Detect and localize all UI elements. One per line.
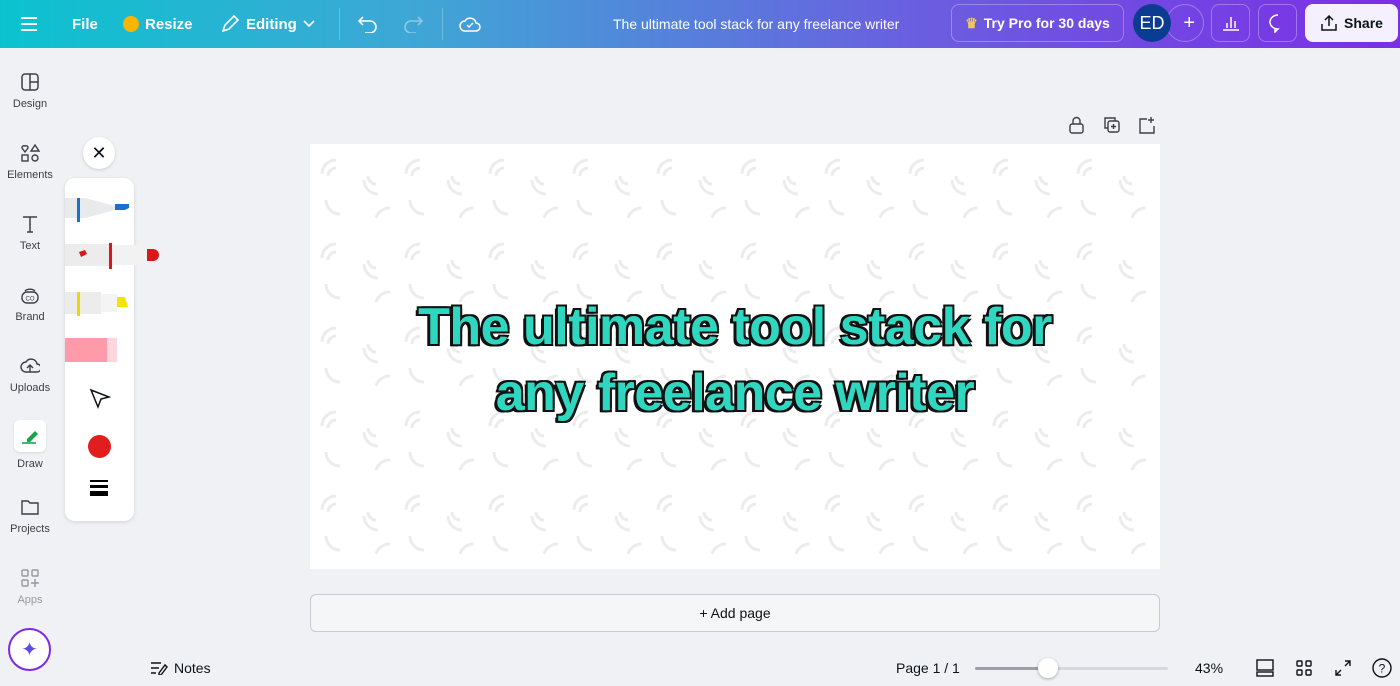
grid-view-button[interactable] — [1296, 650, 1312, 686]
cloud-upload-icon — [20, 358, 40, 373]
page-actions — [1068, 116, 1155, 134]
resize-button[interactable]: Resize — [123, 0, 193, 48]
shapes-icon — [21, 143, 40, 162]
help-icon: ? — [1372, 658, 1392, 678]
cloud-saved-button[interactable] — [459, 0, 481, 48]
fullscreen-button[interactable] — [1335, 650, 1351, 686]
filmstrip-view-icon — [1256, 659, 1274, 677]
eraser-tool[interactable] — [65, 336, 135, 364]
design-canvas[interactable]: The ultimate tool stack for any freelance… — [310, 144, 1160, 569]
bar-chart-icon — [1222, 17, 1239, 31]
add-page-button[interactable]: + Add page — [310, 594, 1160, 632]
sidebar-item-uploads[interactable]: Uploads — [0, 356, 60, 394]
zoom-slider-fill — [975, 667, 1049, 670]
close-icon: ✕ — [91, 142, 107, 163]
grid-view-icon — [1296, 660, 1312, 676]
stroke-weight-icon[interactable] — [90, 480, 108, 496]
comment-icon — [1268, 14, 1280, 33]
svg-text:?: ? — [1379, 662, 1386, 676]
undo-button[interactable] — [358, 0, 378, 48]
share-label: Share — [1344, 15, 1383, 31]
sidebar-item-text[interactable]: Text — [0, 214, 60, 252]
zoom-level[interactable]: 43% — [1195, 650, 1223, 686]
page-indicator[interactable]: Page 1 / 1 — [896, 650, 960, 686]
bottom-bar: Notes Page 1 / 1 43% ? — [0, 650, 1400, 686]
sidebar-item-projects[interactable]: Projects — [0, 497, 60, 535]
top-bar: File Resize Editing The ultimate tool st… — [0, 0, 1400, 48]
apps-icon — [21, 569, 39, 587]
avatar[interactable]: ED — [1133, 4, 1171, 42]
text-icon — [23, 216, 37, 233]
draw-icon — [22, 431, 38, 444]
folder-icon — [21, 500, 39, 515]
pencil-icon — [221, 14, 240, 33]
sidebar-item-elements[interactable]: Elements — [0, 143, 60, 181]
menu-button[interactable] — [20, 0, 38, 48]
canvas-heading[interactable]: The ultimate tool stack for any freelance… — [310, 294, 1160, 426]
select-arrow-icon[interactable] — [89, 388, 111, 410]
file-menu[interactable]: File — [72, 0, 98, 48]
close-draw-panel-button[interactable]: ✕ — [83, 137, 115, 169]
duplicate-page-icon[interactable] — [1103, 116, 1120, 134]
page-view-button[interactable] — [1256, 650, 1274, 686]
brand-icon: CO — [21, 288, 39, 304]
hamburger-icon — [21, 17, 37, 31]
sidebar-item-brand[interactable]: CO Brand — [0, 285, 60, 323]
redo-button[interactable] — [403, 0, 423, 48]
color-swatch[interactable] — [88, 435, 111, 458]
sidebar: Design Elements Text CO Brand Uploads Dra… — [0, 48, 60, 686]
marker-tool[interactable] — [65, 240, 165, 272]
cloud-check-icon — [459, 17, 481, 32]
heading-line-1: The ultimate tool stack for — [418, 298, 1052, 356]
editing-dropdown[interactable]: Editing — [220, 0, 315, 48]
undo-icon — [358, 16, 377, 33]
share-button[interactable]: Share — [1305, 4, 1398, 42]
try-pro-label: Try Pro for 30 days — [983, 15, 1110, 31]
add-page-icon[interactable] — [1138, 116, 1155, 134]
expand-icon — [1335, 660, 1351, 676]
notes-icon — [151, 662, 168, 675]
resize-label: Resize — [145, 15, 193, 33]
layout-icon — [21, 73, 39, 91]
sidebar-item-draw[interactable]: Draw — [0, 420, 60, 470]
lock-icon[interactable] — [1068, 116, 1085, 134]
share-upload-icon — [1321, 14, 1337, 31]
pen-tool[interactable] — [65, 194, 135, 226]
zoom-slider[interactable] — [975, 658, 1168, 678]
zoom-slider-handle[interactable] — [1038, 658, 1059, 678]
sidebar-item-design[interactable]: Design — [0, 72, 60, 110]
chevron-down-icon — [303, 20, 315, 28]
document-title[interactable]: The ultimate tool stack for any freelanc… — [613, 0, 899, 48]
sidebar-item-apps[interactable]: Apps — [0, 568, 60, 606]
crown-icon: ♛ — [965, 14, 978, 31]
help-button[interactable]: ? — [1372, 650, 1392, 686]
crown-icon — [123, 16, 139, 32]
add-collaborator-button[interactable]: + — [1166, 4, 1204, 42]
try-pro-button[interactable]: ♛ Try Pro for 30 days — [951, 4, 1124, 42]
notes-label: Notes — [174, 660, 211, 676]
heading-line-2: any freelance writer — [495, 364, 975, 422]
editing-label: Editing — [246, 15, 297, 33]
comments-button[interactable] — [1258, 4, 1297, 42]
draw-panel — [65, 178, 159, 521]
redo-icon — [404, 16, 423, 33]
insights-button[interactable] — [1211, 4, 1250, 42]
svg-text:CO: CO — [26, 297, 35, 303]
highlighter-tool[interactable] — [65, 288, 135, 320]
notes-button[interactable]: Notes — [150, 650, 211, 686]
